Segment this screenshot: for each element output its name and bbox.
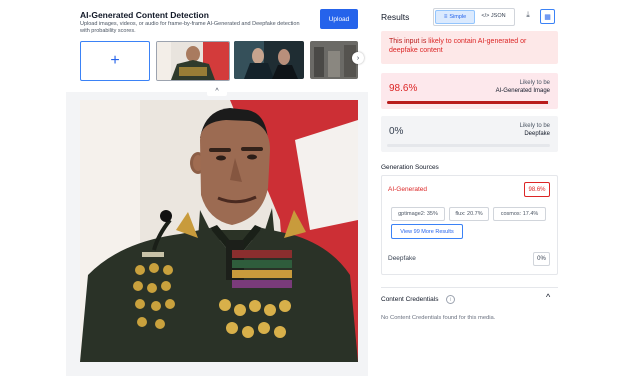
- layout-icon[interactable]: ▦: [540, 9, 555, 24]
- simple-view-button[interactable]: ≡ Simple: [435, 10, 475, 24]
- deepfake-label: Likely to be Deepfake: [520, 122, 550, 138]
- deepfake-percent: 0%: [389, 126, 404, 137]
- deepfake-bar: [387, 144, 550, 147]
- ai-generated-bar-fill: [387, 101, 548, 104]
- likely-text: Likely to be: [519, 123, 550, 129]
- divider: [381, 287, 558, 288]
- page-title: AI-Generated Content Detection: [80, 10, 209, 20]
- category-text: AI-Generated Image: [495, 88, 550, 94]
- category-text: Deepfake: [524, 131, 550, 137]
- alert-prefix: This input is: [389, 38, 429, 45]
- likely-text: Likely to be: [519, 80, 550, 86]
- ai-generated-bar: [387, 101, 550, 104]
- simple-label: Simple: [449, 14, 467, 20]
- collapse-credentials-icon[interactable]: ^: [546, 292, 550, 302]
- source-chip: flux: 20.7%: [449, 207, 489, 221]
- source-ai-percent: 98.6%: [524, 182, 550, 197]
- info-icon[interactable]: i: [446, 295, 455, 304]
- chevron-right-icon: ›: [356, 54, 360, 62]
- verdict-alert: This input is likely to contain AI-gener…: [381, 31, 558, 64]
- thumbnail-2[interactable]: [234, 41, 304, 79]
- download-icon[interactable]: ⤓: [523, 10, 533, 22]
- source-ai-label: AI-Generated: [388, 186, 428, 193]
- list-icon: ≡: [443, 14, 448, 20]
- add-media-button[interactable]: +: [80, 41, 150, 81]
- view-more-results-button[interactable]: View 99 More Results: [391, 224, 463, 239]
- results-title: Results: [381, 12, 410, 22]
- upload-button[interactable]: Upload: [320, 9, 358, 29]
- source-chip: gptimage2: 35%: [391, 207, 445, 221]
- ai-generated-percent: 98.6%: [389, 83, 418, 94]
- thumbnails-next-button[interactable]: ›: [352, 52, 364, 64]
- generation-sources-title: Generation Sources: [381, 164, 439, 171]
- source-chip: cosmos: 17.4%: [493, 207, 546, 221]
- source-deepfake-percent: 0%: [533, 252, 550, 266]
- collapse-thumbnails-button[interactable]: ^: [207, 86, 227, 96]
- source-deepfake-label: Deepfake: [388, 255, 416, 262]
- page-subtitle: Upload images, videos, or audio for fram…: [80, 21, 300, 34]
- json-view-button[interactable]: </> JSON: [476, 10, 511, 22]
- content-credentials-title: Content Credentials: [381, 296, 439, 303]
- credentials-empty-text: No Content Credentials found for this me…: [381, 315, 496, 321]
- deepfake-card: 0% Likely to be Deepfake: [381, 116, 558, 152]
- ai-generated-card: 98.6% Likely to be AI-Generated Image: [381, 73, 558, 109]
- thumbnail-3[interactable]: [310, 41, 358, 79]
- plus-icon: +: [110, 52, 120, 69]
- ai-generated-label: Likely to be AI-Generated Image: [496, 79, 550, 95]
- preview-image: [80, 100, 358, 362]
- thumbnail-1[interactable]: [156, 41, 230, 81]
- chevron-up-icon: ^: [215, 87, 219, 95]
